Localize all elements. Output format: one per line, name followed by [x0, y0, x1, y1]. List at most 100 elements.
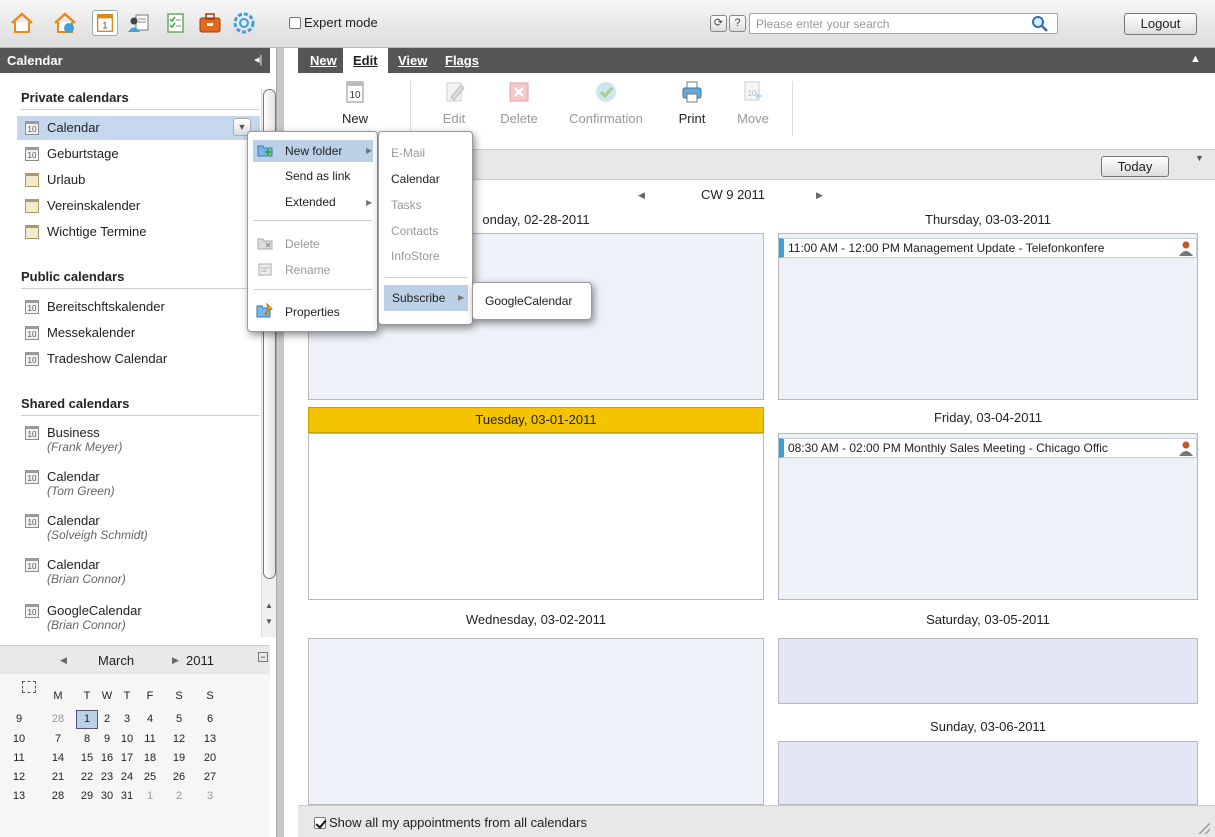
confirmation-button[interactable]: Confirmation: [564, 79, 648, 126]
mini-calendar-day[interactable]: 17: [116, 752, 138, 764]
mini-calendar-day[interactable]: 29: [76, 790, 98, 802]
home-icon[interactable]: [9, 10, 35, 36]
appointment-friday[interactable]: 08:30 AM - 02:00 PM Monthly Sales Meetin…: [779, 438, 1197, 458]
folder-item-shared[interactable]: 10 Calendar (Solveigh Schmidt): [17, 509, 260, 551]
mini-calendar-day[interactable]: 1: [76, 710, 98, 729]
week-number[interactable]: 13: [8, 790, 30, 802]
mini-calendar-day[interactable]: 28: [47, 790, 69, 802]
day-header-friday[interactable]: Friday, 03-04-2011: [778, 410, 1198, 425]
search-icon[interactable]: [1031, 15, 1049, 33]
move-button[interactable]: 10 Move: [733, 79, 773, 126]
contacts-icon[interactable]: [126, 10, 152, 36]
submenu-item-contacts[interactable]: Contacts: [391, 224, 438, 238]
prev-month-icon[interactable]: ◀: [60, 655, 67, 666]
submenu-item-infostore[interactable]: InfoStore: [391, 249, 440, 263]
folder-item-tradeshow-calendar[interactable]: 10 Tradeshow Calendar: [17, 347, 260, 371]
folder-item-shared[interactable]: 10 GoogleCalendar (Brian Connor): [17, 599, 260, 641]
mini-calendar-day[interactable]: 20: [199, 752, 221, 764]
delete-button[interactable]: Delete: [496, 79, 542, 126]
mini-calendar-day[interactable]: 31: [116, 790, 138, 802]
week-number[interactable]: 10: [8, 733, 30, 745]
edit-button[interactable]: Edit: [434, 79, 474, 126]
week-number[interactable]: 9: [8, 713, 30, 725]
day-header-wednesday[interactable]: Wednesday, 03-02-2011: [308, 612, 764, 627]
portal-icon[interactable]: [52, 10, 78, 36]
day-header-saturday[interactable]: Saturday, 03-05-2011: [778, 612, 1198, 627]
new-button[interactable]: 10 New: [340, 79, 370, 126]
week-select-icon[interactable]: [22, 681, 36, 693]
mini-calendar-day[interactable]: 2: [96, 713, 118, 725]
prev-week-icon[interactable]: ◀: [638, 190, 645, 201]
mini-calendar-day[interactable]: 25: [139, 771, 161, 783]
expert-mode-checkbox[interactable]: [289, 16, 301, 29]
mini-calendar-month[interactable]: March: [98, 653, 134, 668]
day-header-thursday[interactable]: Thursday, 03-03-2011: [778, 212, 1198, 227]
mini-calendar-day[interactable]: 28: [47, 713, 69, 725]
search-input[interactable]: Please enter your search: [749, 13, 1058, 34]
logout-button[interactable]: Logout: [1124, 13, 1197, 35]
day-cell-sunday[interactable]: [778, 741, 1198, 805]
mini-calendar-day[interactable]: 24: [116, 771, 138, 783]
submenu-item-calendar[interactable]: Calendar: [391, 172, 440, 186]
folder-item-bereitschftskalender[interactable]: 10 Bereitschftskalender: [17, 295, 260, 319]
mini-calendar-day[interactable]: 16: [96, 752, 118, 764]
week-number[interactable]: 11: [8, 752, 30, 764]
settings-icon[interactable]: [231, 10, 257, 36]
show-all-appointments-checkbox[interactable]: [314, 816, 326, 829]
mini-calendar-day[interactable]: 18: [139, 752, 161, 764]
mini-calendar-day[interactable]: 12: [168, 733, 190, 745]
mini-calendar-day[interactable]: 2: [168, 790, 190, 802]
folder-item-vereinskalender[interactable]: Vereinskalender: [17, 194, 260, 218]
collapse-toolbar-icon[interactable]: ▲: [1190, 53, 1201, 65]
mini-calendar-day[interactable]: 9: [96, 733, 118, 745]
mini-calendar-day[interactable]: 6: [199, 713, 221, 725]
mini-calendar-day[interactable]: 15: [76, 752, 98, 764]
mini-calendar-day[interactable]: 3: [199, 790, 221, 802]
folder-item-shared[interactable]: 10 Calendar (Tom Green): [17, 465, 260, 507]
mini-calendar-day[interactable]: 8: [76, 733, 98, 745]
mini-calendar-day[interactable]: 3: [116, 713, 138, 725]
mini-calendar-day[interactable]: 5: [168, 713, 190, 725]
show-all-appointments-toggle[interactable]: Show all my appointments from all calend…: [314, 815, 587, 830]
mini-calendar-day[interactable]: 7: [47, 733, 69, 745]
collapse-left-icon[interactable]: ◂|: [254, 53, 262, 66]
mini-calendar-day[interactable]: 23: [96, 771, 118, 783]
menu-item-new-folder[interactable]: New folder ▶: [253, 140, 373, 162]
folder-item-calendar[interactable]: 10 Calendar ▼: [17, 116, 260, 140]
scroll-down-icon[interactable]: ▼: [265, 617, 273, 626]
day-cell-friday[interactable]: [778, 433, 1198, 600]
menu-item-send-as-link[interactable]: Send as link: [285, 169, 350, 183]
print-button[interactable]: Print: [675, 79, 709, 126]
view-options-dropdown-icon[interactable]: ▼: [1195, 153, 1204, 163]
submenu-item-tasks[interactable]: Tasks: [391, 198, 422, 212]
mini-calendar-day[interactable]: 19: [168, 752, 190, 764]
refresh-button[interactable]: ⟳: [710, 15, 727, 32]
next-week-icon[interactable]: ▶: [816, 190, 823, 201]
menu-item-extended[interactable]: Extended: [285, 195, 336, 209]
menu-item-properties[interactable]: Properties: [285, 305, 340, 319]
day-header-sunday[interactable]: Sunday, 03-06-2011: [778, 719, 1198, 734]
menu-item-delete[interactable]: Delete: [285, 237, 320, 251]
menu-item-rename[interactable]: Rename: [285, 263, 330, 277]
calendar-icon[interactable]: 1: [92, 10, 118, 36]
folder-item-shared[interactable]: 10 Calendar (Brian Connor): [17, 553, 260, 595]
resize-grip-icon[interactable]: [1198, 822, 1210, 834]
mini-calendar-day[interactable]: 26: [168, 771, 190, 783]
mini-calendar-day[interactable]: 11: [139, 733, 161, 745]
tab-flags[interactable]: Flags: [435, 48, 489, 73]
mini-calendar-day[interactable]: 10: [116, 733, 138, 745]
next-month-icon[interactable]: ▶: [172, 655, 179, 666]
mini-calendar-day[interactable]: 22: [76, 771, 98, 783]
mini-calendar-day[interactable]: 21: [47, 771, 69, 783]
submenu-item-google-calendar[interactable]: GoogleCalendar: [485, 294, 572, 308]
submenu-item-subscribe[interactable]: Subscribe ▶: [384, 285, 468, 311]
minimize-icon[interactable]: −: [258, 652, 268, 662]
day-cell-tuesday[interactable]: [308, 433, 764, 600]
scroll-up-icon[interactable]: ▲: [265, 601, 273, 610]
tasks-icon[interactable]: [162, 10, 188, 36]
mini-calendar-day[interactable]: 14: [47, 752, 69, 764]
folder-item-shared[interactable]: 10 Business (Frank Meyer): [17, 421, 260, 463]
week-number[interactable]: 12: [8, 771, 30, 783]
mini-calendar-year[interactable]: 2011: [186, 653, 214, 668]
folder-item-wichtige-termine[interactable]: Wichtige Termine: [17, 220, 260, 244]
